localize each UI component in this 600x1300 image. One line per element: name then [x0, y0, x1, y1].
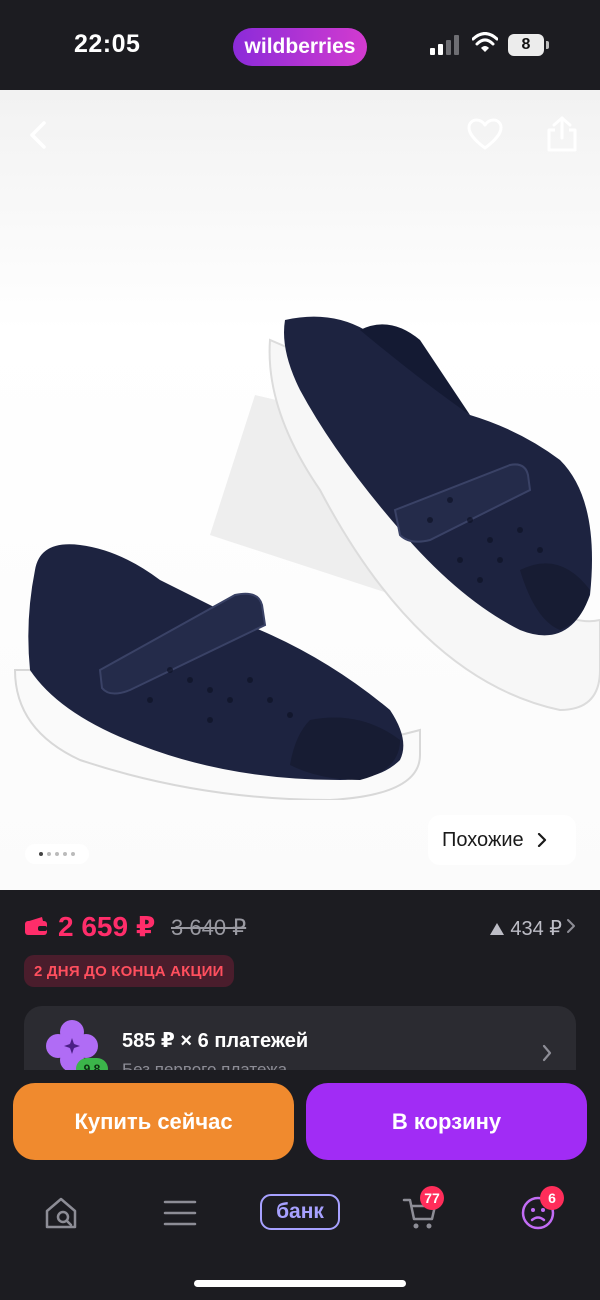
tab-bank[interactable]: банк	[260, 1194, 340, 1230]
triangle-icon	[490, 922, 505, 935]
tab-profile[interactable]: 6	[508, 1186, 568, 1236]
add-to-cart-button[interactable]: В корзину	[306, 1083, 587, 1160]
heart-icon[interactable]	[467, 118, 503, 150]
points-value: 434 ₽	[510, 918, 562, 940]
status-bar: 22:05 wildberries 8	[0, 0, 600, 90]
product-image	[13, 316, 600, 800]
home-indicator	[194, 1280, 406, 1287]
product-gallery[interactable]: Похожие	[0, 90, 600, 890]
signal-icon	[430, 35, 459, 55]
gallery-pagination	[25, 844, 89, 864]
action-bar: Купить сейчас В корзину	[0, 1070, 600, 1170]
price-row[interactable]: 2 659 ₽ 3 640 ₽ 434 ₽	[24, 910, 576, 946]
status-time: 22:05	[74, 30, 141, 58]
tab-home[interactable]	[31, 1190, 91, 1236]
chevron-right-icon	[567, 919, 575, 933]
promo-badge: 2 ДНЯ ДО КОНЦА АКЦИИ	[24, 955, 234, 987]
menu-icon	[163, 1200, 197, 1226]
current-price: 2 659 ₽	[58, 911, 156, 942]
wifi-icon	[472, 32, 498, 52]
similar-button[interactable]: Похожие	[428, 815, 576, 865]
brand-logo: wildberries	[233, 28, 367, 66]
similar-label: Похожие	[442, 828, 524, 851]
points-info: 434 ₽	[489, 916, 562, 941]
installments-title: 585 ₽ × 6 платежей	[122, 1030, 309, 1052]
buy-now-button[interactable]: Купить сейчас	[13, 1083, 294, 1160]
profile-count-badge: 6	[540, 1186, 564, 1210]
wallet-icon	[25, 917, 47, 935]
chevron-right-icon	[542, 1044, 552, 1062]
old-price: 3 640 ₽	[171, 915, 247, 940]
tab-cart[interactable]: 77	[390, 1186, 450, 1236]
battery-level: 8	[508, 34, 544, 56]
battery-icon: 8	[508, 34, 550, 56]
cart-count-badge: 77	[420, 1186, 444, 1210]
share-icon[interactable]	[545, 116, 579, 152]
chevron-right-icon	[537, 833, 546, 847]
back-arrow-icon[interactable]	[24, 120, 54, 150]
home-search-icon	[45, 1197, 77, 1229]
tab-catalog[interactable]	[150, 1190, 210, 1236]
